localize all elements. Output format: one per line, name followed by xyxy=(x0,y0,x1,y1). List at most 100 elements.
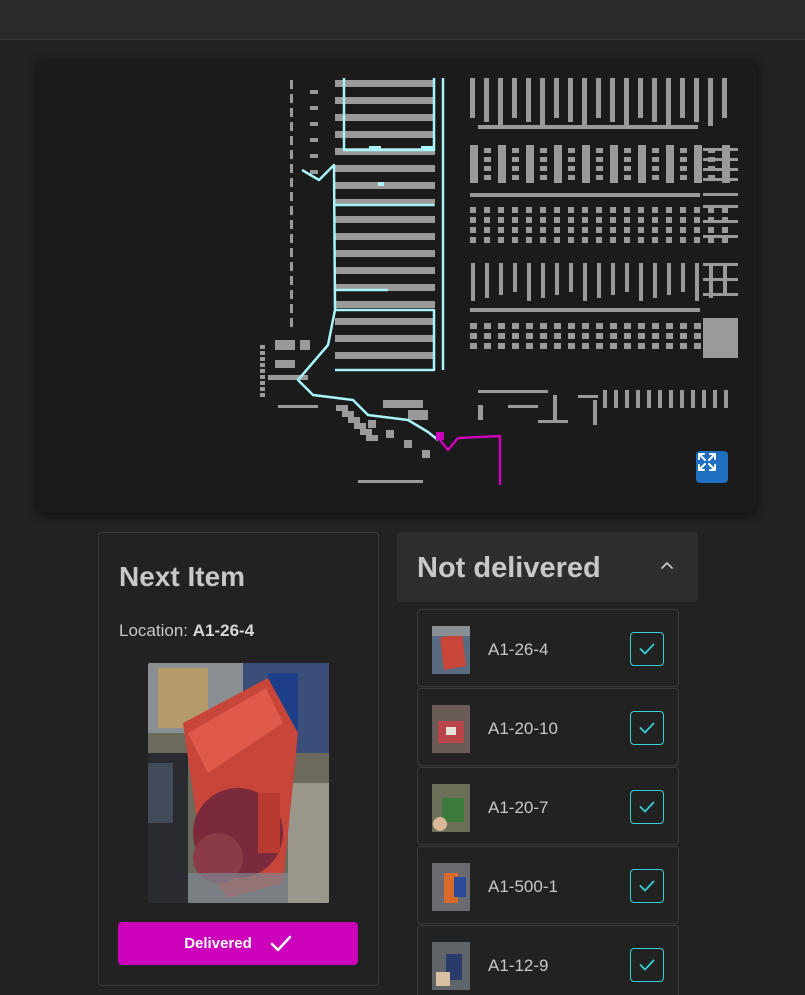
shelf-block xyxy=(694,343,701,349)
not-delivered-header[interactable]: Not delivered xyxy=(397,532,698,602)
expand-map-button[interactable] xyxy=(696,451,728,483)
shelf-block xyxy=(335,216,435,223)
store-map[interactable] xyxy=(38,60,756,513)
item-location-label: A1-20-10 xyxy=(488,719,558,738)
shelf-block xyxy=(554,237,560,243)
shelf-block xyxy=(638,217,644,223)
shelf-block xyxy=(526,78,531,122)
shelf-block xyxy=(611,263,615,295)
delivered-checkbox[interactable] xyxy=(630,869,664,903)
shelf-block xyxy=(275,340,295,350)
shelf-block xyxy=(484,333,491,339)
shelf-block xyxy=(610,217,616,223)
item-thumbnail xyxy=(432,705,470,753)
delivered-button[interactable]: Delivered xyxy=(118,922,358,965)
shelf-block xyxy=(478,125,698,129)
shelf-block xyxy=(540,333,547,339)
chevron-up-icon[interactable] xyxy=(660,560,674,570)
shelf-block xyxy=(526,237,532,243)
shelf-block xyxy=(484,227,490,233)
shelf-block xyxy=(310,154,318,158)
shelf-block xyxy=(652,333,659,339)
shelf-block xyxy=(260,393,265,397)
check-icon xyxy=(639,959,655,971)
shelf-block xyxy=(512,207,518,213)
shelf-block xyxy=(526,343,533,349)
shelf-block xyxy=(596,207,602,213)
shelf-block xyxy=(554,343,561,349)
delivered-button-label: Delivered xyxy=(184,935,252,952)
shelf-block xyxy=(647,390,651,408)
shelf-block xyxy=(540,78,545,126)
check-icon xyxy=(639,643,655,655)
shelf-block xyxy=(694,217,700,223)
shelf-block xyxy=(512,166,519,171)
shelf-block xyxy=(624,157,631,162)
shelf-block xyxy=(680,323,687,329)
shelf-block xyxy=(596,343,603,349)
shelf-block xyxy=(708,227,714,233)
shelf-block xyxy=(335,301,435,308)
shelf-block xyxy=(485,263,489,298)
shelf-block xyxy=(639,263,643,301)
shelf-block xyxy=(260,381,265,385)
shelf-block xyxy=(290,122,293,131)
delivered-checkbox[interactable] xyxy=(630,711,664,745)
shelf-block xyxy=(366,435,378,441)
shelf-block xyxy=(666,145,674,183)
shelf-block xyxy=(724,390,728,408)
shelf-block xyxy=(582,207,588,213)
shelf-block xyxy=(713,390,717,408)
shelf-block xyxy=(568,333,575,339)
shelf-block xyxy=(540,175,547,180)
shelf-block xyxy=(369,146,381,150)
shelf-block xyxy=(624,323,631,329)
shelf-block xyxy=(470,193,700,197)
shelf-block xyxy=(290,164,293,173)
shelf-block xyxy=(596,175,603,180)
shelf-block xyxy=(722,78,727,118)
shelf-block xyxy=(335,233,435,240)
shelf-block xyxy=(569,263,573,292)
shelf-block xyxy=(290,220,293,229)
shelf-block xyxy=(378,182,384,186)
not-delivered-list: A1-26-4 A1-20-10 A1-20-7 A1-500-1 A1-12-… xyxy=(417,609,679,995)
delivered-checkbox[interactable] xyxy=(630,790,664,824)
shelf-block xyxy=(596,217,602,223)
shelf-block xyxy=(260,351,265,355)
shelf-block xyxy=(596,323,603,329)
shelf-block xyxy=(568,237,574,243)
shelf-block xyxy=(484,148,491,153)
shelf-block xyxy=(568,148,575,153)
delivered-checkbox[interactable] xyxy=(630,632,664,666)
delivered-checkbox[interactable] xyxy=(630,948,664,982)
shelf-block xyxy=(680,78,685,118)
shelf-block xyxy=(527,263,531,301)
shelf-block xyxy=(484,175,491,180)
shelf-block xyxy=(624,217,630,223)
shelf-block xyxy=(638,323,645,329)
shelf-block xyxy=(260,357,265,361)
shelf-block xyxy=(596,166,603,171)
shelf-block xyxy=(653,263,657,298)
item-photo xyxy=(148,663,329,903)
shelf-block xyxy=(310,138,318,142)
shelf-block xyxy=(624,237,630,243)
shelf-block xyxy=(582,343,589,349)
shelf-block xyxy=(666,78,671,126)
shelf-block xyxy=(470,323,477,329)
shelf-block xyxy=(703,220,738,223)
shelf-block xyxy=(680,148,687,153)
shelf-block xyxy=(290,150,293,159)
shelf-block xyxy=(680,157,687,162)
shelf-block xyxy=(540,343,547,349)
shelf-block xyxy=(498,333,505,339)
shelf-block xyxy=(703,193,738,196)
shelf-block xyxy=(512,217,518,223)
shelf-block xyxy=(300,340,310,350)
shelf-block xyxy=(624,227,630,233)
shelf-block xyxy=(512,78,517,118)
shelf-block xyxy=(703,158,738,161)
shelf-block xyxy=(680,227,686,233)
shelf-block xyxy=(582,227,588,233)
